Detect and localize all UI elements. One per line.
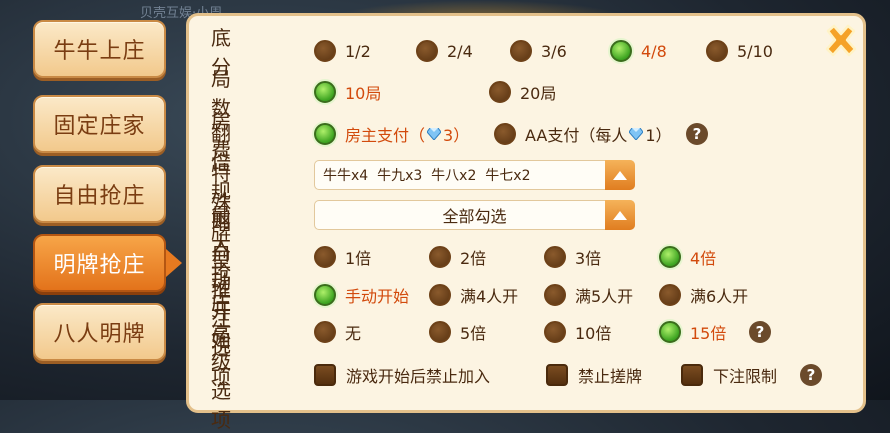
option-label: 2/4 (447, 41, 473, 61)
row-label: 高级选项 (211, 321, 231, 432)
radio-icon (659, 284, 681, 306)
option-label: 5/10 (737, 41, 773, 61)
option-max-bid-1[interactable]: 1倍 (314, 245, 371, 269)
option-bet-15[interactable]: 15倍 (659, 320, 726, 344)
tab-niuniu-banker[interactable]: 牛牛上庄 (33, 20, 166, 78)
option-label: 10局 (345, 84, 382, 103)
option-base-2-4[interactable]: 2/4 (416, 40, 473, 62)
checkbox-no-card-rub[interactable]: 禁止搓牌 (546, 363, 642, 387)
radio-icon (494, 123, 516, 145)
option-bet-none[interactable]: 无 (314, 320, 361, 344)
dropdown-value: 全部勾选 (442, 207, 507, 226)
option-start-6[interactable]: 满6人开 (659, 283, 748, 307)
tab-open-card-bid[interactable]: 明牌抢庄 (33, 234, 182, 292)
close-icon[interactable] (822, 22, 860, 60)
option-label: 20局 (520, 84, 557, 103)
checkbox-icon (314, 364, 336, 386)
help-icon[interactable]: ? (749, 321, 771, 343)
dropdown-arrow-icon[interactable] (605, 200, 635, 230)
option-label: 1倍 (345, 249, 372, 268)
tab-label: 牛牛上庄 (53, 39, 146, 64)
special-types-dropdown[interactable]: 全部勾选 (314, 200, 635, 230)
radio-icon (544, 284, 566, 306)
radio-icon (429, 246, 451, 268)
tab-label: 八人明牌 (53, 322, 146, 347)
option-label: 3/6 (541, 41, 567, 61)
checkbox-no-join-after-start[interactable]: 游戏开始后禁止加入 (314, 363, 490, 387)
diamond-icon (629, 128, 644, 140)
option-label: 满4人开 (460, 287, 519, 306)
dropdown-arrow-icon[interactable] (605, 160, 635, 190)
tab-fixed-banker[interactable]: 固定庄家 (33, 95, 166, 153)
option-base-3-6[interactable]: 3/6 (510, 40, 567, 62)
option-label: 10倍 (575, 324, 612, 343)
option-base-1-2[interactable]: 1/2 (314, 40, 371, 62)
radio-selected-icon (659, 321, 681, 343)
option-label: 满5人开 (575, 287, 634, 306)
option-label: 3倍 (575, 249, 602, 268)
tab-label: 明牌抢庄 (53, 253, 146, 278)
radio-selected-icon (314, 123, 336, 145)
help-icon[interactable]: ? (686, 123, 708, 145)
tab-label: 固定庄家 (53, 114, 146, 139)
option-start-5[interactable]: 满5人开 (544, 283, 633, 307)
option-max-bid-4[interactable]: 4倍 (659, 245, 716, 269)
radio-icon (706, 40, 728, 62)
radio-icon (429, 321, 451, 343)
option-rounds-20[interactable]: 20局 (489, 80, 556, 104)
radio-icon (510, 40, 532, 62)
multiplier-dropdown[interactable]: 牛牛x4 牛九x3 牛八x2 牛七x2 (314, 160, 635, 190)
option-label: AA支付（每人 (525, 126, 628, 145)
option-label: 无 (345, 324, 362, 343)
option-manual-start[interactable]: 手动开始 (314, 283, 409, 307)
option-count: 1） (645, 126, 672, 145)
radio-icon (416, 40, 438, 62)
option-label: 1/2 (345, 41, 371, 61)
radio-icon (429, 284, 451, 306)
radio-icon (544, 246, 566, 268)
option-label: 4倍 (690, 249, 717, 268)
option-label: 游戏开始后禁止加入 (346, 367, 491, 386)
help-icon[interactable]: ? (800, 364, 822, 386)
option-label: 5倍 (460, 324, 487, 343)
radio-selected-icon (659, 246, 681, 268)
option-max-bid-3[interactable]: 3倍 (544, 245, 601, 269)
radio-icon (314, 321, 336, 343)
option-aa-pay[interactable]: AA支付（每人 1） (494, 122, 672, 146)
radio-selected-icon (314, 81, 336, 103)
option-bet-5[interactable]: 5倍 (429, 320, 486, 344)
option-bet-10[interactable]: 10倍 (544, 320, 611, 344)
option-label: 下注限制 (713, 367, 778, 386)
tab-eight-player[interactable]: 八人明牌 (33, 303, 166, 361)
settings-panel: 底分 1/2 2/4 3/6 4/8 5/10 局数 10局 20局 房费 房主… (186, 13, 866, 432)
diamond-icon (427, 128, 442, 140)
option-label: 满6人开 (690, 287, 749, 306)
option-start-4[interactable]: 满4人开 (429, 283, 518, 307)
radio-icon (489, 81, 511, 103)
option-label: 4/8 (641, 41, 667, 61)
option-owner-pay[interactable]: 房主支付（ 3） (314, 122, 469, 146)
option-label: 15倍 (690, 324, 727, 343)
option-label: 禁止搓牌 (578, 367, 643, 386)
option-max-bid-2[interactable]: 2倍 (429, 245, 486, 269)
tab-free-bid[interactable]: 自由抢庄 (33, 165, 166, 223)
radio-selected-icon (610, 40, 632, 62)
checkbox-icon (681, 364, 703, 386)
radio-icon (544, 321, 566, 343)
radio-icon (314, 40, 336, 62)
checkbox-bet-limit[interactable]: 下注限制 (681, 363, 777, 387)
radio-icon (314, 246, 336, 268)
tab-label: 自由抢庄 (53, 184, 146, 209)
radio-selected-icon (314, 284, 336, 306)
option-count: 3） (443, 126, 470, 145)
option-rounds-10[interactable]: 10局 (314, 80, 381, 104)
option-label: 手动开始 (345, 287, 410, 306)
option-base-5-10[interactable]: 5/10 (706, 40, 773, 62)
option-label: 房主支付（ (345, 126, 426, 145)
checkbox-icon (546, 364, 568, 386)
dropdown-value: 牛牛x4 牛九x3 牛八x2 牛七x2 (323, 168, 531, 184)
option-base-4-8[interactable]: 4/8 (610, 40, 667, 62)
option-label: 2倍 (460, 249, 487, 268)
